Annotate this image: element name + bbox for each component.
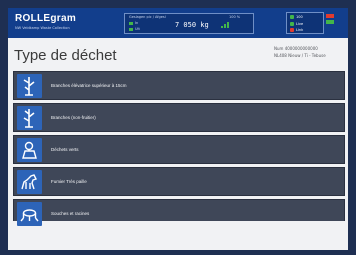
indicator-red-icon xyxy=(326,14,334,18)
status-line-1: 100 xyxy=(290,15,303,19)
status-red-icon xyxy=(290,28,294,32)
screen: ROLLEgram NW Veldkamp Waste Collection G… xyxy=(8,8,348,250)
waste-type-option[interactable]: Souches et racines xyxy=(13,199,345,226)
ticket-number: Num 4000000000000 xyxy=(274,46,318,51)
waste-type-option[interactable]: Fumier Très paille xyxy=(13,167,345,196)
status-dot-icon xyxy=(129,27,133,31)
green-waste-icon xyxy=(17,138,42,162)
weighing-row-in: In xyxy=(129,21,138,25)
waste-type-label: Souches et racines xyxy=(51,211,90,216)
status-dot-icon xyxy=(129,21,133,25)
waste-type-option[interactable]: Déchets verts xyxy=(13,135,345,164)
page-title: Type de déchet xyxy=(14,47,117,64)
weighing-row-in-label: In xyxy=(135,21,139,25)
monitor-bezel: ROLLEgram NW Veldkamp Waste Collection G… xyxy=(0,0,356,255)
status-line-2-label: Live xyxy=(296,22,304,26)
weighing-percent: 100 % xyxy=(229,15,241,19)
branch-icon xyxy=(17,74,42,98)
status-line-1-label: 100 xyxy=(296,15,303,19)
weighing-row-out: Uit xyxy=(129,27,140,31)
status-line-2: Live xyxy=(290,22,303,26)
logo-subtitle: NW Veldkamp Waste Collection xyxy=(15,26,70,30)
app-logo: ROLLEgram xyxy=(15,13,77,24)
top-bar: ROLLEgram NW Veldkamp Waste Collection G… xyxy=(8,8,348,38)
ticket-meta: Num 4000000000000 NL408 Nieuw / Ti - Teb… xyxy=(274,45,326,59)
indicator-lights xyxy=(326,14,340,30)
status-green-icon xyxy=(290,15,294,19)
status-line-3-label: Link xyxy=(296,28,304,32)
waste-type-label: Branches (non-fruitier) xyxy=(51,115,96,120)
weight-readout: 7 050 kg xyxy=(175,21,209,29)
weighing-title: Geslagen pic / Afgesl xyxy=(129,15,166,19)
weighing-row-out-label: Uit xyxy=(135,27,140,31)
waste-type-option[interactable]: Branches élévatrice supérieur à 15cm xyxy=(13,71,345,100)
status-panel: 100 Live Link xyxy=(286,12,324,34)
waste-type-option[interactable]: Branches (non-fruitier) xyxy=(13,103,345,132)
weighing-panel: Geslagen pic / Afgesl In Uit 7 050 kg 10… xyxy=(124,13,254,34)
waste-type-label: Fumier Très paille xyxy=(51,179,87,184)
waste-type-label: Branches élévatrice supérieur à 15cm xyxy=(51,83,127,88)
waste-type-label: Déchets verts xyxy=(51,147,79,152)
status-green-icon xyxy=(290,22,294,26)
horse-icon xyxy=(17,170,42,194)
waste-type-list: Branches élévatrice supérieur à 15cm Bra… xyxy=(13,71,345,226)
status-line-3: Link xyxy=(290,28,303,32)
branch-icon xyxy=(17,106,42,130)
stump-icon xyxy=(17,202,42,226)
signal-icon xyxy=(221,22,229,28)
ticket-location: NL408 Nieuw / Ti - Tebuse xyxy=(274,53,326,58)
indicator-green-icon xyxy=(326,20,334,24)
